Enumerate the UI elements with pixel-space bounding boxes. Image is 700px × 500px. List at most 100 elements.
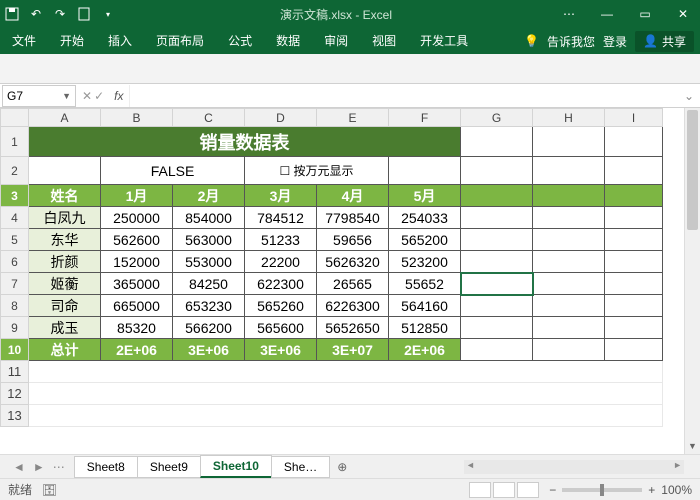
cell[interactable] bbox=[461, 157, 533, 185]
sheet-nav-more-icon[interactable]: ⋯ bbox=[50, 460, 68, 474]
row-header[interactable]: 7 bbox=[1, 273, 29, 295]
cell[interactable] bbox=[605, 273, 663, 295]
name-cell[interactable]: 折颜 bbox=[29, 251, 101, 273]
ribbon-options-icon[interactable]: ⋯ bbox=[556, 7, 582, 21]
redo-icon[interactable]: ↷ bbox=[52, 6, 68, 22]
false-cell[interactable]: FALSE bbox=[101, 157, 245, 185]
cell[interactable] bbox=[461, 317, 533, 339]
data-cell[interactable]: 254033 bbox=[389, 207, 461, 229]
data-cell[interactable]: 5652650 bbox=[317, 317, 389, 339]
row-header[interactable]: 2 bbox=[1, 157, 29, 185]
data-cell[interactable]: 784512 bbox=[245, 207, 317, 229]
data-cell[interactable]: 565200 bbox=[389, 229, 461, 251]
name-box[interactable]: G7 ▼ bbox=[2, 85, 76, 107]
formula-input[interactable] bbox=[129, 85, 677, 107]
fx-icon[interactable]: fx bbox=[108, 89, 129, 103]
total-label[interactable]: 总计 bbox=[29, 339, 101, 361]
name-cell[interactable]: 姬蘅 bbox=[29, 273, 101, 295]
login-link[interactable]: 登录 bbox=[603, 33, 627, 50]
data-cell[interactable]: 55652 bbox=[389, 273, 461, 295]
selected-cell[interactable] bbox=[461, 273, 533, 295]
cell[interactable] bbox=[533, 273, 605, 295]
total-cell[interactable]: 3E+06 bbox=[245, 339, 317, 361]
checkbox-cell[interactable]: ☐ 按万元显示 bbox=[245, 157, 389, 185]
cell[interactable] bbox=[461, 339, 533, 361]
undo-icon[interactable]: ↶ bbox=[28, 6, 44, 22]
cell[interactable] bbox=[461, 185, 533, 207]
cell[interactable] bbox=[605, 317, 663, 339]
cell[interactable] bbox=[533, 127, 605, 157]
sheet-nav-prev-icon[interactable]: ◄ bbox=[10, 460, 28, 474]
sheet-tab[interactable]: Sheet10 bbox=[200, 455, 272, 478]
cell[interactable] bbox=[389, 157, 461, 185]
spreadsheet-grid[interactable]: A B C D E F G H I 1 销量数据表 2 FALSE ☐ 按万元显… bbox=[0, 108, 700, 454]
tab-page-layout[interactable]: 页面布局 bbox=[144, 28, 216, 54]
data-cell[interactable]: 51233 bbox=[245, 229, 317, 251]
tell-me[interactable]: 告诉我您 bbox=[547, 33, 595, 50]
horizontal-scrollbar[interactable]: ◄ ► bbox=[464, 460, 684, 474]
row-header[interactable]: 4 bbox=[1, 207, 29, 229]
col-header[interactable]: H bbox=[533, 109, 605, 127]
scroll-right-icon[interactable]: ► bbox=[673, 460, 682, 470]
vertical-scrollbar[interactable]: ▲ ▼ bbox=[684, 108, 700, 454]
table-title[interactable]: 销量数据表 bbox=[29, 127, 461, 157]
cell[interactable] bbox=[605, 207, 663, 229]
cell[interactable] bbox=[533, 317, 605, 339]
enter-formula-icon[interactable]: ✓ bbox=[94, 89, 104, 103]
cell[interactable] bbox=[605, 229, 663, 251]
cell[interactable] bbox=[533, 339, 605, 361]
sheet-tab[interactable]: Sheet8 bbox=[74, 456, 138, 478]
data-cell[interactable]: 7798540 bbox=[317, 207, 389, 229]
tab-view[interactable]: 视图 bbox=[360, 28, 408, 54]
header-cell[interactable]: 5月 bbox=[389, 185, 461, 207]
cell[interactable] bbox=[605, 251, 663, 273]
data-cell[interactable]: 26565 bbox=[317, 273, 389, 295]
row-header[interactable]: 9 bbox=[1, 317, 29, 339]
scroll-down-icon[interactable]: ▼ bbox=[685, 438, 700, 454]
tab-developer[interactable]: 开发工具 bbox=[408, 28, 480, 54]
qat-dropdown-icon[interactable]: ▾ bbox=[100, 6, 116, 22]
cell[interactable] bbox=[533, 157, 605, 185]
col-header[interactable]: A bbox=[29, 109, 101, 127]
header-cell[interactable]: 3月 bbox=[245, 185, 317, 207]
data-cell[interactable]: 563000 bbox=[173, 229, 245, 251]
data-cell[interactable]: 565260 bbox=[245, 295, 317, 317]
col-header[interactable]: G bbox=[461, 109, 533, 127]
col-header[interactable]: E bbox=[317, 109, 389, 127]
tab-data[interactable]: 数据 bbox=[264, 28, 312, 54]
name-cell[interactable]: 司命 bbox=[29, 295, 101, 317]
cell[interactable] bbox=[605, 127, 663, 157]
data-cell[interactable]: 565600 bbox=[245, 317, 317, 339]
col-header[interactable]: D bbox=[245, 109, 317, 127]
data-cell[interactable]: 84250 bbox=[173, 273, 245, 295]
formula-expand-icon[interactable]: ⌄ bbox=[678, 89, 700, 103]
data-cell[interactable]: 566200 bbox=[173, 317, 245, 339]
zoom-out-icon[interactable]: − bbox=[549, 483, 556, 497]
close-icon[interactable]: ✕ bbox=[670, 7, 696, 21]
total-cell[interactable]: 2E+06 bbox=[389, 339, 461, 361]
save-icon[interactable] bbox=[4, 6, 20, 22]
scroll-thumb[interactable] bbox=[687, 110, 698, 230]
cell[interactable] bbox=[461, 207, 533, 229]
zoom-slider[interactable] bbox=[562, 488, 642, 492]
data-cell[interactable]: 653230 bbox=[173, 295, 245, 317]
cancel-formula-icon[interactable]: ✕ bbox=[82, 89, 92, 103]
cell[interactable] bbox=[533, 251, 605, 273]
data-cell[interactable]: 22200 bbox=[245, 251, 317, 273]
row-header[interactable]: 1 bbox=[1, 127, 29, 157]
col-header[interactable]: C bbox=[173, 109, 245, 127]
page-break-view-icon[interactable] bbox=[517, 482, 539, 498]
namebox-dropdown-icon[interactable]: ▼ bbox=[62, 91, 71, 101]
cell[interactable] bbox=[605, 295, 663, 317]
col-header[interactable]: I bbox=[605, 109, 663, 127]
sheet-tab[interactable]: She… bbox=[271, 456, 330, 478]
row-header[interactable]: 6 bbox=[1, 251, 29, 273]
cell[interactable] bbox=[461, 251, 533, 273]
sheet-tab[interactable]: Sheet9 bbox=[137, 456, 201, 478]
total-cell[interactable]: 3E+06 bbox=[173, 339, 245, 361]
page-layout-view-icon[interactable] bbox=[493, 482, 515, 498]
data-cell[interactable]: 854000 bbox=[173, 207, 245, 229]
cell[interactable] bbox=[29, 157, 101, 185]
row-header[interactable]: 12 bbox=[1, 383, 29, 405]
data-cell[interactable]: 250000 bbox=[101, 207, 173, 229]
